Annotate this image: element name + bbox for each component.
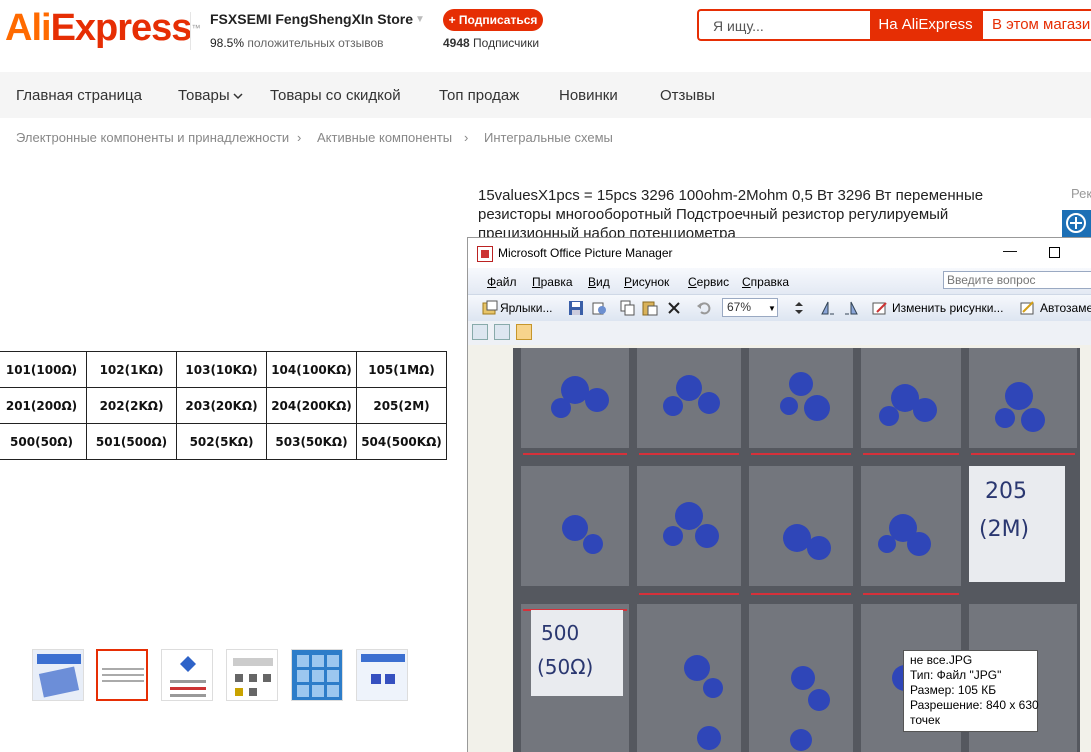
breadcrumb: Электронные компоненты и принадлежности … <box>0 118 1091 158</box>
table-row: 500(50Ω) 501(500Ω) 502(5KΩ) 503(50KΩ) 50… <box>0 423 447 460</box>
search-input[interactable] <box>711 11 865 41</box>
menu-view[interactable]: Вид <box>588 275 610 289</box>
search-aliexpress-button[interactable]: На AliExpress <box>870 9 981 41</box>
table-cell: 500(50Ω) <box>0 423 87 460</box>
subscribers-count: 4948 Подписчики <box>443 36 540 50</box>
search-store-button[interactable]: В этом магазине <box>981 9 1091 41</box>
table-cell: 205(2M) <box>356 387 447 424</box>
nav-reviews[interactable]: Отзывы <box>660 87 715 104</box>
table-row: 201(200Ω) 202(2KΩ) 203(20KΩ) 204(200KΩ) … <box>0 387 447 424</box>
breadcrumb-item[interactable]: Электронные компоненты и принадлежности <box>16 130 289 145</box>
shortcuts-button[interactable]: Ярлыки... <box>500 301 553 315</box>
thumbnail-view-icon[interactable] <box>472 324 488 340</box>
autocorrect-icon[interactable] <box>1020 300 1036 316</box>
maximize-icon[interactable] <box>1049 247 1060 258</box>
store-rating: 98.5% положительных отзывов <box>210 36 384 50</box>
autocorrect-button[interactable]: Автозаме <box>1040 301 1091 315</box>
menu-edit[interactable]: Правка <box>532 275 573 289</box>
table-cell: 501(500Ω) <box>86 423 177 460</box>
table-cell: 201(200Ω) <box>0 387 87 424</box>
tooltip-resolution-unit: точек <box>910 713 940 727</box>
tooltip-filename: не все.JPG <box>910 653 973 667</box>
menu-tools[interactable]: Сервис <box>688 275 729 289</box>
thumbnail[interactable] <box>96 649 148 701</box>
table-cell: 502(5KΩ) <box>176 423 267 460</box>
paste-icon[interactable] <box>642 300 658 316</box>
edit-pictures-icon[interactable] <box>872 300 888 316</box>
nav-home[interactable]: Главная страница <box>16 87 142 104</box>
nav-top-sales[interactable]: Топ продаж <box>439 87 519 104</box>
photo-label-text: (50Ω) <box>537 655 593 679</box>
tooltip-resolution: Разрешение: 840 x 630 <box>910 698 1039 712</box>
photo-label-text: 205 <box>985 479 1027 504</box>
breadcrumb-item[interactable]: Активные компоненты <box>317 130 452 145</box>
help-question-input[interactable] <box>943 271 1091 289</box>
table-cell: 101(100Ω) <box>0 351 87 388</box>
thumbnail[interactable] <box>161 649 213 701</box>
table-cell: 105(1MΩ) <box>356 351 447 388</box>
aliexpress-logo[interactable]: AliExpress™ <box>5 8 200 48</box>
tooltip-type: Тип: Файл "JPG" <box>910 668 1002 682</box>
resistor-code-table: 101(100Ω) 102(1KΩ) 103(10KΩ) 104(100KΩ) … <box>0 351 447 460</box>
filmstrip-view-icon[interactable] <box>494 324 510 340</box>
subscribe-button[interactable]: + Подписаться <box>443 9 543 31</box>
chevron-right-icon: › <box>297 130 302 145</box>
thumbnail[interactable] <box>226 649 278 701</box>
menu-file[interactable]: Файл <box>487 275 517 289</box>
nav-discounts[interactable]: Товары со скидкой <box>270 87 401 104</box>
window-titlebar[interactable]: Microsoft Office Picture Manager — <box>468 238 1091 268</box>
thumbnail[interactable] <box>356 649 408 701</box>
photo-label-text: 500 <box>541 621 579 645</box>
store-nav: Главная страница Товары Товары со скидко… <box>0 72 1091 118</box>
chevron-down-icon <box>233 93 243 100</box>
menu-bar: Файл Правка Вид Рисунок Сервис Справка <box>468 268 1091 295</box>
save-icon[interactable] <box>568 300 584 316</box>
shortcuts-icon[interactable] <box>482 300 498 316</box>
file-info-tooltip: не все.JPG Тип: Файл "JPG" Размер: 105 К… <box>903 650 1039 732</box>
table-cell: 504(500KΩ) <box>356 423 447 460</box>
single-picture-view-icon[interactable] <box>516 324 532 340</box>
tooltip-size: Размер: 105 КБ <box>910 683 997 697</box>
undo-icon[interactable] <box>696 300 712 316</box>
chevron-down-icon[interactable]: ▼ <box>768 304 776 313</box>
table-cell: 204(200KΩ) <box>266 387 357 424</box>
store-header: AliExpress™ FSXSEMI FengShengXIn Store ▼… <box>0 0 1091 72</box>
thumbnail[interactable] <box>32 649 84 701</box>
copy-icon[interactable] <box>620 300 636 316</box>
menu-help[interactable]: Справка <box>742 275 789 289</box>
edit-pictures-button[interactable]: Изменить рисунки... <box>892 301 1003 315</box>
thumbnail[interactable] <box>291 649 343 701</box>
table-cell: 104(100KΩ) <box>266 351 357 388</box>
photo-label-text: (2M) <box>979 517 1029 542</box>
rotate-left-icon[interactable] <box>820 300 836 316</box>
header-divider <box>190 12 191 50</box>
store-badge-icon[interactable] <box>1062 210 1091 237</box>
chevron-down-icon[interactable]: ▼ <box>415 14 425 25</box>
minimize-icon[interactable]: — <box>1003 242 1017 258</box>
delete-icon[interactable] <box>666 300 682 316</box>
zoom-spinner-icon[interactable] <box>794 300 804 316</box>
table-cell: 202(2KΩ) <box>86 387 177 424</box>
export-icon[interactable] <box>591 300 607 316</box>
picture-manager-app-icon <box>477 246 493 262</box>
store-name[interactable]: FSXSEMI FengShengXIn Store <box>210 11 413 27</box>
rotate-right-icon[interactable] <box>843 300 859 316</box>
toolbar: Ярлыки... 67% ▼ Изменить рисунки... Авто… <box>468 295 1091 322</box>
nav-products[interactable]: Товары <box>178 87 243 104</box>
search-box <box>697 9 870 41</box>
nav-new[interactable]: Новинки <box>559 87 618 104</box>
breadcrumb-item[interactable]: Интегральные схемы <box>484 130 613 145</box>
table-cell: 203(20KΩ) <box>176 387 267 424</box>
table-cell: 503(50KΩ) <box>266 423 357 460</box>
window-title: Microsoft Office Picture Manager <box>498 246 673 260</box>
product-title: 15valuesX1pcs = 15pcs 3296 100ohm-2Mohm … <box>478 187 984 242</box>
table-row: 101(100Ω) 102(1KΩ) 103(10KΩ) 104(100KΩ) … <box>0 351 447 388</box>
recommended-label: Рек <box>1071 186 1091 201</box>
chevron-right-icon: › <box>464 130 469 145</box>
table-cell: 103(10KΩ) <box>176 351 267 388</box>
menu-picture[interactable]: Рисунок <box>624 275 669 289</box>
table-cell: 102(1KΩ) <box>86 351 177 388</box>
view-mode-bar <box>468 321 1091 345</box>
